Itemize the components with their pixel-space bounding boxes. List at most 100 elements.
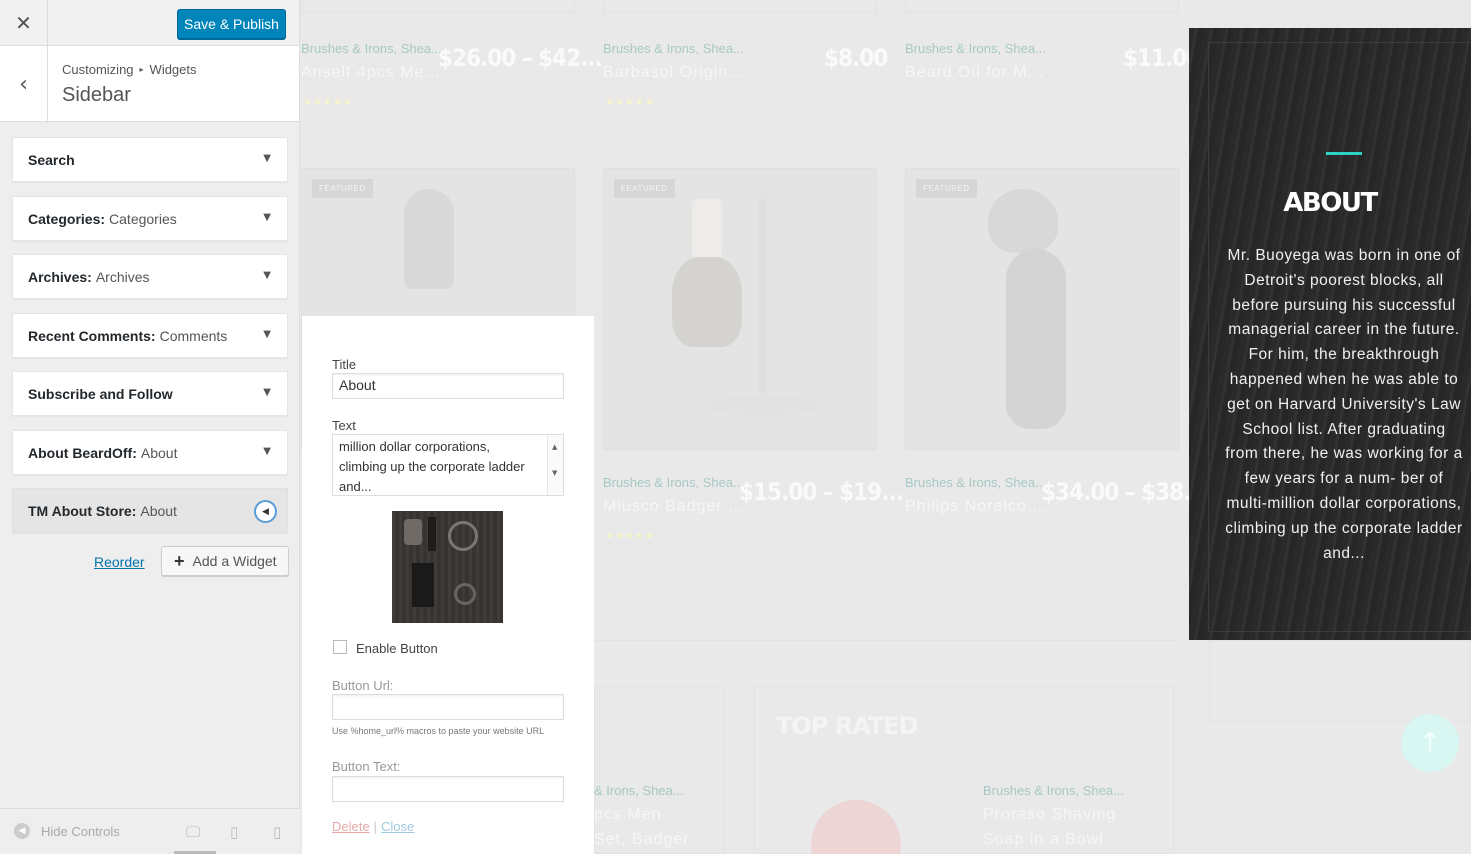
stand-pole-shape — [759, 193, 767, 393]
product-card-edge — [603, 0, 877, 13]
about-text: Mr. Buoyega was born in one of Detroit's… — [1225, 247, 1463, 562]
product-name[interactable]: Miusco Badger ... — [603, 498, 745, 516]
widget-archives[interactable]: Archives: Archives ▼ — [12, 254, 288, 299]
textarea-content: million dollar corporations, climbing up… — [339, 439, 525, 494]
product-category[interactable]: & Irons, Shea... — [594, 783, 684, 798]
section-title-bar: ‹ Customizing ▸ Widgets Sidebar — [0, 46, 299, 122]
product-rating: ★★★★★ — [605, 97, 655, 108]
product-card-edge — [301, 0, 575, 13]
tablet-preview-icon[interactable]: ▯ — [230, 823, 238, 841]
expand-arrow-icon[interactable]: ▼ — [263, 329, 271, 340]
customizer-sidebar: ✕ Save & Publish ‹ Customizing ▸ Widgets S… — [0, 0, 300, 854]
widget-about-beardoff[interactable]: About BeardOff: About ▼ — [12, 430, 288, 475]
title-input[interactable]: About — [332, 373, 564, 399]
enable-button-label: Enable Button — [356, 641, 438, 656]
expand-arrow-icon[interactable]: ▼ — [263, 270, 271, 281]
hide-controls-button[interactable]: ◀ Hide Controls — [14, 823, 120, 839]
button-url-label: Button Url: — [332, 678, 394, 693]
featured-badge: FEATURED — [916, 179, 977, 198]
about-image[interactable] — [392, 511, 503, 623]
button-text-input[interactable] — [332, 776, 564, 802]
widget-recent-comments[interactable]: Recent Comments: Comments ▼ — [12, 313, 288, 358]
image-object — [448, 521, 478, 551]
widget-subtitle: Comments — [159, 327, 228, 344]
expand-arrow-icon[interactable]: ▼ — [263, 153, 271, 164]
widget-title: Search — [28, 151, 75, 168]
title-label: Title — [332, 357, 357, 372]
shaver-shape — [404, 189, 454, 289]
widget-title: Subscribe and Follow — [28, 385, 173, 402]
product-category[interactable]: Brushes & Irons, Shea... — [603, 41, 744, 56]
widget-subscribe-follow[interactable]: Subscribe and Follow ▼ — [12, 371, 288, 416]
product-image[interactable]: FEATURED — [603, 168, 877, 450]
product-rating: ★★★★★ — [303, 97, 353, 108]
product-name[interactable]: Proraso Shaving — [983, 806, 1116, 824]
plus-icon: + — [174, 550, 185, 571]
stand-base-shape — [704, 395, 824, 415]
text-label: Text — [332, 418, 356, 433]
image-object — [428, 517, 436, 551]
image-object — [454, 583, 476, 605]
product-price: $8.00 — [824, 44, 888, 72]
widget-title: TM About Store: — [28, 502, 137, 519]
shaver-head-shape — [988, 189, 1058, 253]
text-textarea[interactable]: million dollar corporations, climbing up… — [332, 434, 564, 496]
breadcrumb-root: Customizing — [62, 62, 134, 77]
product-category[interactable]: Brushes & Irons, Shea... — [603, 475, 744, 490]
product-category[interactable]: Brushes & Irons, Shea... — [905, 41, 1046, 56]
collapse-arrow-icon[interactable]: ◀ — [254, 500, 277, 523]
shaver-body-shape — [1006, 249, 1066, 429]
brush-bristles-shape — [672, 257, 742, 347]
product-name[interactable]: Anself 4pcs Me... — [301, 64, 441, 82]
widget-subtitle: Categories — [109, 210, 177, 227]
product-card-edge — [905, 0, 1179, 13]
scroll-to-top-button[interactable]: ↑ — [1401, 714, 1459, 772]
desktop-preview-icon[interactable]: 🖵 — [186, 823, 200, 841]
product-name[interactable]: Beard Oil for M... — [905, 64, 1044, 82]
scroll-down-icon[interactable]: ▼ — [552, 463, 557, 483]
breadcrumb: Customizing ▸ Widgets — [62, 62, 197, 77]
close-icon[interactable]: ✕ — [0, 0, 48, 46]
product-price: $26.00 – $42... — [438, 44, 603, 72]
about-accent-bar — [1326, 152, 1362, 155]
close-link[interactable]: Close — [381, 819, 414, 834]
widget-subtitle: Archives — [95, 268, 150, 285]
widget-title: Categories: — [28, 210, 106, 227]
textarea-scrollbar[interactable]: ▲ ▼ — [547, 435, 563, 495]
scroll-up-icon[interactable]: ▲ — [552, 437, 557, 457]
link-separator: | — [373, 819, 377, 834]
widget-subtitle: About — [140, 444, 178, 461]
product-price: $15.00 – $19... — [739, 478, 904, 506]
product-name-line2[interactable]: Soap in a Bowl — [983, 831, 1104, 849]
widget-tm-about-store[interactable]: TM About Store: About ◀ — [12, 488, 288, 533]
reorder-link[interactable]: Reorder — [94, 554, 145, 570]
product-image[interactable]: FEATURED — [905, 168, 1179, 450]
product-name[interactable]: pcs Men — [594, 806, 661, 824]
widget-search[interactable]: Search ▼ — [12, 137, 288, 182]
product-name[interactable]: Barbasol Origin... — [603, 64, 745, 82]
save-publish-button[interactable]: Save & Publish — [177, 9, 286, 39]
mobile-preview-icon[interactable]: ▯ — [273, 823, 281, 841]
featured-badge: FEATURED — [312, 179, 373, 198]
product-name-line2[interactable]: Set, Badger — [594, 831, 690, 849]
expand-arrow-icon[interactable]: ▼ — [263, 212, 271, 223]
expand-arrow-icon[interactable]: ▼ — [263, 446, 271, 457]
add-widget-label: Add a Widget — [192, 553, 277, 569]
expand-arrow-icon[interactable]: ▼ — [263, 387, 271, 398]
product-category[interactable]: Brushes & Irons, Shea... — [301, 41, 442, 56]
product-name[interactable]: Philips Norelco ... — [905, 498, 1049, 516]
product-category[interactable]: Brushes & Irons, Shea... — [983, 783, 1124, 798]
back-arrow-icon[interactable]: ‹ — [0, 46, 48, 122]
widget-subtitle: About — [140, 502, 177, 519]
customizer-header: ✕ Save & Publish — [0, 0, 299, 46]
widget-categories[interactable]: Categories: Categories ▼ — [12, 196, 288, 241]
form-actions: Delete | Close — [332, 819, 414, 834]
brush-handle-shape — [692, 199, 722, 259]
enable-button-checkbox[interactable] — [333, 640, 347, 654]
add-widget-button[interactable]: + Add a Widget — [161, 546, 289, 576]
product-category[interactable]: Brushes & Irons, Shea... — [905, 475, 1046, 490]
widget-edit-form: Title About Text million dollar corporat… — [302, 316, 594, 854]
image-object — [404, 519, 422, 545]
button-url-input[interactable] — [332, 694, 564, 720]
delete-link[interactable]: Delete — [332, 819, 370, 834]
